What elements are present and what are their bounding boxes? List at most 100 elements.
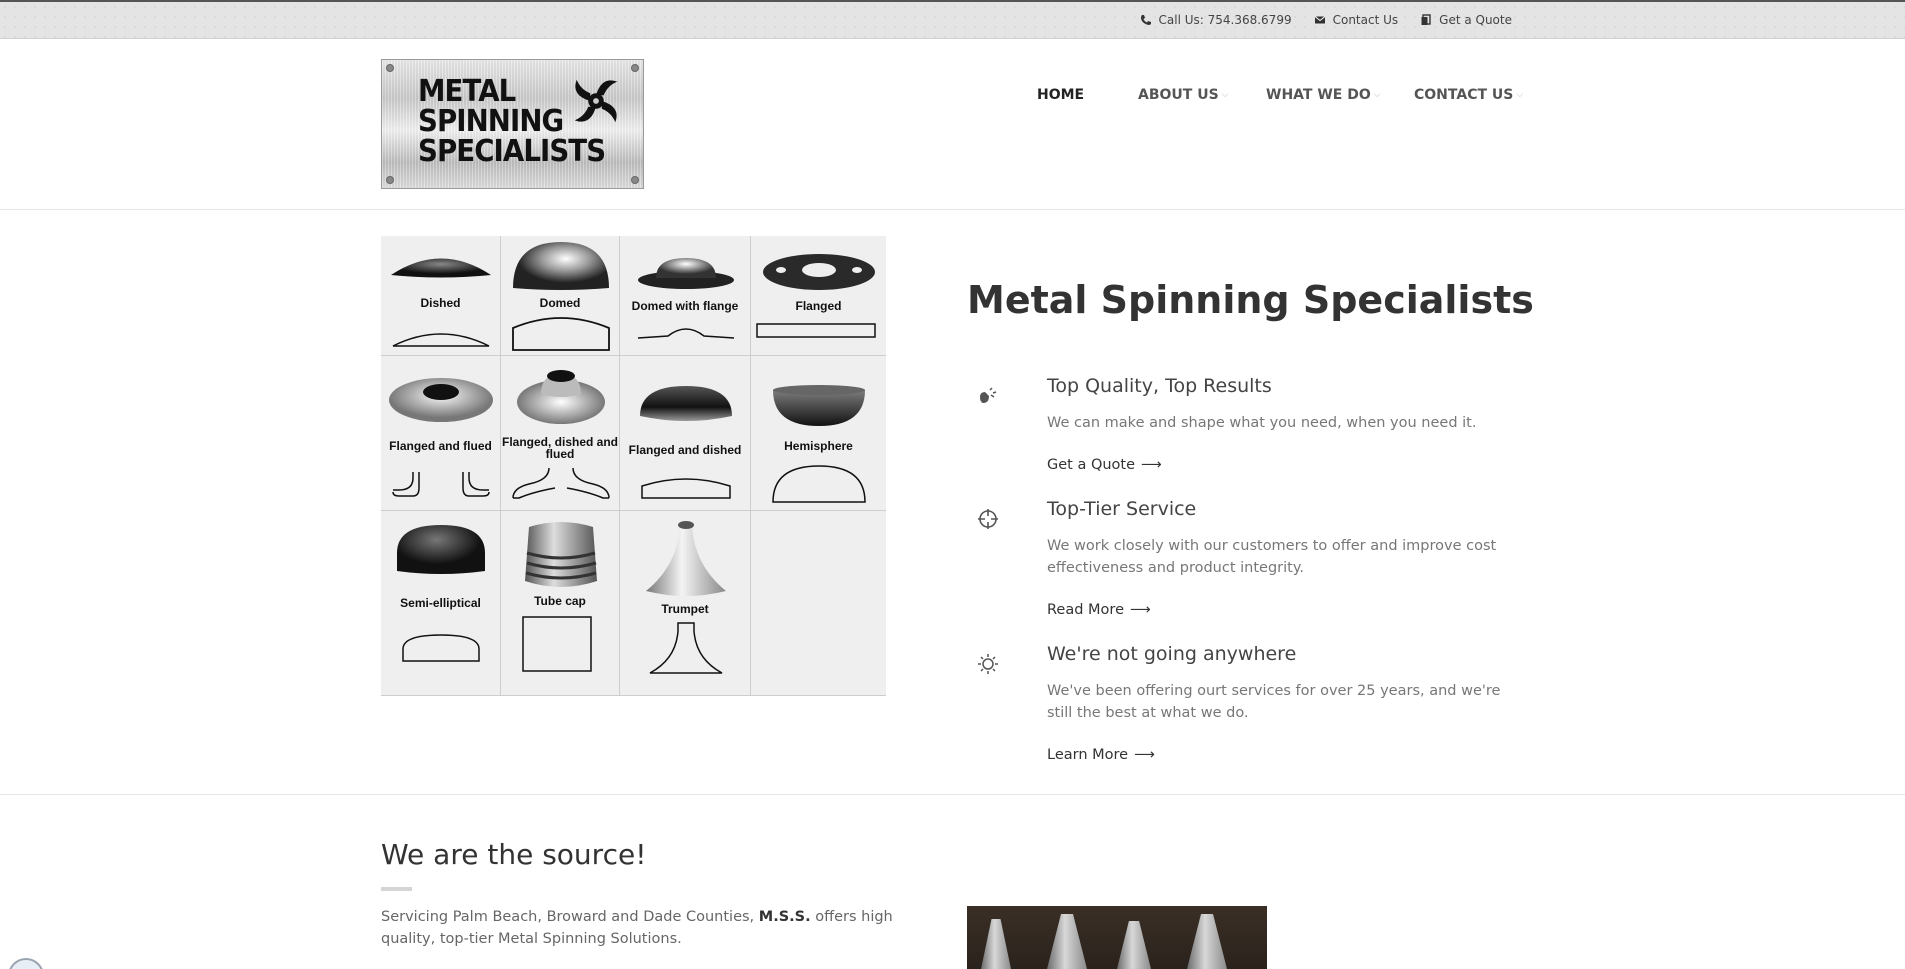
flanged-dished-flued-shape-icon <box>517 370 605 424</box>
trumpet-profile-icon <box>649 622 723 674</box>
feature-title: Top Quality, Top Results <box>1047 375 1272 397</box>
nav-home[interactable]: HOME <box>1037 87 1138 103</box>
arrow-right-icon: ⟶ <box>1130 602 1151 618</box>
envelope-icon <box>1314 16 1325 24</box>
sun-icon <box>978 654 998 674</box>
logo-screw <box>386 64 394 72</box>
top-bar: Call Us: 754.368.6799 Contact Us Get a Q… <box>0 0 1905 39</box>
crosshair-icon <box>978 509 998 529</box>
flanged-shape-icon <box>763 254 875 290</box>
domed-flange-profile-icon <box>637 328 735 339</box>
product-label: Trumpet <box>661 602 709 616</box>
product-shapes-image: Dished Domed Domed with flange Flanged F… <box>381 236 886 696</box>
flanged-dished-flued-profile-icon <box>512 467 610 499</box>
product-cell-domed-with-flange: Domed with flange <box>620 236 751 356</box>
tube-cap-shape-icon <box>525 522 597 587</box>
dished-profile-icon <box>392 333 490 347</box>
chevron-down-icon: ⌵ <box>1516 90 1524 100</box>
nav-home-label: HOME <box>1037 87 1085 103</box>
hemisphere-shape-icon <box>773 385 865 426</box>
nav-contact-us-label: CONTACT US <box>1414 87 1514 103</box>
photo-cone <box>1117 921 1151 969</box>
main-nav: HOME ABOUT US ⌵ WHAT WE DO ⌵ CONTACT US … <box>1037 87 1523 103</box>
feature-title: Top-Tier Service <box>1047 498 1197 520</box>
section-divider <box>0 794 1905 795</box>
feature-quality: Top Quality, Top Results We can make and… <box>977 375 1537 485</box>
chat-widget-icon[interactable] <box>8 958 44 969</box>
title-underline <box>381 887 412 891</box>
hemisphere-profile-icon <box>772 465 866 503</box>
nav-about-us[interactable]: ABOUT US ⌵ <box>1138 87 1266 103</box>
domed-profile-icon <box>512 317 610 351</box>
flanged-profile-icon <box>756 323 876 338</box>
flanged-dished-profile-icon <box>641 478 731 499</box>
product-label: Hemisphere <box>784 439 853 453</box>
get-a-quote-top-text: Get a Quote <box>1439 13 1512 27</box>
feature-text: We've been offering ourt services for ov… <box>1047 683 1501 721</box>
product-label: Flanged <box>795 299 842 313</box>
nav-what-we-do[interactable]: WHAT WE DO ⌵ <box>1266 87 1414 103</box>
logo-screw <box>386 176 394 184</box>
product-cell-flanged-and-dished: Flanged and dished <box>620 356 751 511</box>
product-cell-trumpet: Trumpet <box>620 511 751 696</box>
source-text: Servicing Palm Beach, Broward and Dade C… <box>381 906 941 950</box>
contact-us-top-link[interactable]: Contact Us <box>1314 13 1399 27</box>
source-text-bold: M.S.S. <box>758 909 811 925</box>
read-more-link[interactable]: Read More ⟶ <box>1047 602 1151 618</box>
source-title: We are the source! <box>381 838 647 871</box>
product-cell-hemisphere: Hemisphere <box>751 356 886 511</box>
top-bar-links: Call Us: 754.368.6799 Contact Us Get a Q… <box>1140 13 1512 27</box>
product-label: Domed <box>539 296 581 310</box>
feature-title: We're not going anywhere <box>1047 643 1297 665</box>
product-label: Domed with flange <box>631 299 739 313</box>
dished-shape-icon <box>391 258 491 278</box>
hero-title: Metal Spinning Specialists <box>967 278 1534 322</box>
get-a-quote-link[interactable]: Get a Quote ⟶ <box>1047 457 1162 473</box>
document-icon <box>1421 14 1431 25</box>
semi-elliptical-profile-icon <box>402 634 480 662</box>
spinner-icon <box>574 79 618 123</box>
product-label: Flanged and dished <box>628 443 742 457</box>
arrow-right-icon: ⟶ <box>1134 747 1155 763</box>
phone-icon <box>1140 15 1151 25</box>
product-label: Semi-elliptical <box>400 596 481 610</box>
product-cell-flanged-and-flued: Flanged and flued <box>381 356 501 511</box>
photo-cone <box>981 919 1011 969</box>
product-label: Flanged, dished and flued <box>501 435 618 461</box>
tube-cap-profile-icon <box>522 616 592 672</box>
nav-what-we-do-label: WHAT WE DO <box>1266 87 1371 103</box>
domed-shape-icon <box>513 242 609 290</box>
feature-link-label: Get a Quote <box>1047 457 1136 473</box>
product-cell-semi-elliptical: Semi-elliptical <box>381 511 501 696</box>
get-a-quote-top-link[interactable]: Get a Quote <box>1420 13 1512 27</box>
feature-text: We work closely with our customers to of… <box>1047 538 1497 576</box>
logo-screw <box>631 64 639 72</box>
domed-flange-shape-icon <box>638 258 734 289</box>
flanged-flued-profile-icon <box>392 472 490 497</box>
chevron-down-icon: ⌵ <box>1373 90 1381 100</box>
product-label: Tube cap <box>534 594 586 608</box>
product-cell-flanged-dished-flued: Flanged, dished and flued <box>501 356 620 511</box>
product-cell-domed: Domed <box>501 236 620 356</box>
product-label: Dished <box>420 296 461 310</box>
nav-contact-us[interactable]: CONTACT US ⌵ <box>1414 87 1523 103</box>
spun-parts-photo <box>967 906 1267 969</box>
site-logo[interactable]: METAL SPINNING SPECIALISTS <box>381 59 644 189</box>
call-us-link[interactable]: Call Us: 754.368.6799 <box>1140 13 1292 27</box>
product-cell-dished: Dished <box>381 236 501 356</box>
flanged-flued-shape-icon <box>389 378 493 422</box>
learn-more-link[interactable]: Learn More ⟶ <box>1047 747 1155 763</box>
feature-service: Top-Tier Service We work closely with ou… <box>977 498 1537 628</box>
site-header: METAL SPINNING SPECIALISTS HOME ABOUT US… <box>0 39 1905 210</box>
chevron-down-icon: ⌵ <box>1221 90 1229 100</box>
product-cell-empty <box>751 511 886 696</box>
logo-line: SPECIALISTS <box>418 134 606 169</box>
flashlight-icon <box>980 387 997 403</box>
flanged-dished-shape-icon <box>640 386 732 421</box>
photo-cone <box>1187 914 1227 969</box>
nav-about-us-label: ABOUT US <box>1138 87 1219 103</box>
logo-screw <box>631 176 639 184</box>
contact-us-top-text: Contact Us <box>1332 13 1399 27</box>
feature-link-label: Read More <box>1047 602 1124 618</box>
call-us-text: Call Us: 754.368.6799 <box>1158 13 1292 27</box>
